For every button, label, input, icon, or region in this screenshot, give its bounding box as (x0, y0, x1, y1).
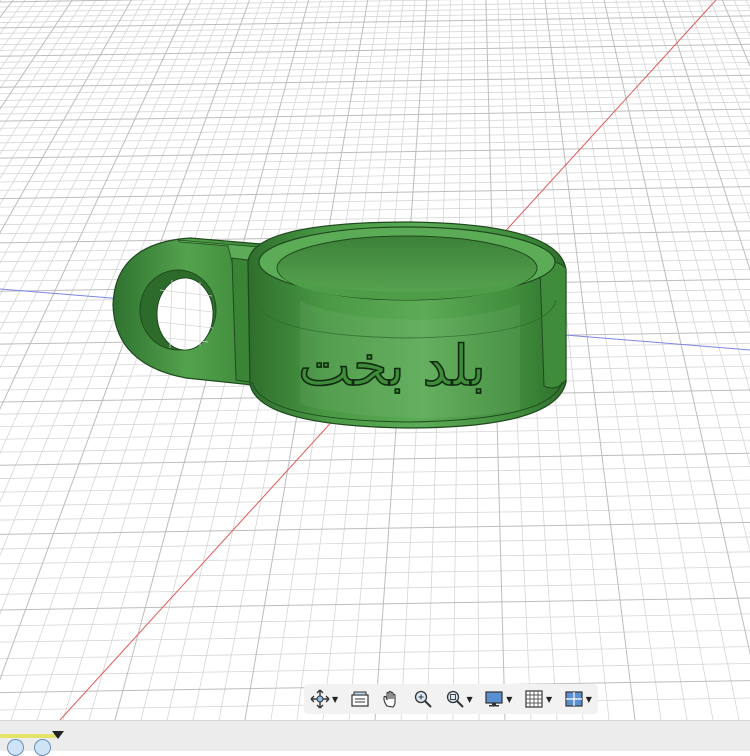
grid-line (0, 439, 750, 453)
grid-line (0, 507, 750, 521)
grid-line (0, 37, 750, 51)
pan-tool[interactable] (381, 686, 401, 712)
fit-menu-caret[interactable]: ▼ (467, 695, 473, 704)
grid-line (0, 466, 750, 479)
3d-viewport[interactable]: بلد بخت (0, 0, 750, 720)
grid-line (0, 452, 750, 466)
display-settings-menu-caret[interactable]: ▼ (506, 695, 512, 704)
grid-line (0, 68, 750, 82)
grid-line (0, 613, 750, 627)
zoom-tool[interactable] (413, 686, 433, 712)
display-settings-tool[interactable]: ▼ (484, 686, 512, 712)
grid-line (0, 663, 750, 676)
grid-line (0, 62, 750, 75)
pan-icon (383, 690, 396, 708)
navigation-toolbar: ▼ ▼ ▼ ▼ ▼ (304, 684, 598, 714)
grid-line (0, 153, 750, 167)
timeline-handle[interactable] (52, 731, 64, 741)
viewports-menu-caret[interactable]: ▼ (586, 695, 592, 704)
zoom-icon (414, 690, 432, 708)
timeline-bar (0, 720, 750, 751)
orbit-tool[interactable]: ▼ (310, 686, 338, 712)
grid-line (0, 629, 750, 643)
viewports-tool[interactable]: ▼ (564, 686, 592, 712)
grid-line (0, 646, 750, 660)
grid-line (0, 521, 750, 535)
grid-line (0, 581, 750, 595)
orbit-icon (310, 689, 330, 709)
grid-line (0, 94, 750, 108)
grid-line (0, 566, 750, 580)
grid-line (0, 493, 750, 507)
grid-line (0, 597, 750, 611)
grid-menu-caret[interactable]: ▼ (546, 695, 552, 704)
grid-line (0, 536, 750, 550)
orbit-menu-caret[interactable]: ▼ (332, 695, 338, 704)
grid-line (0, 55, 750, 69)
look-at-icon (351, 691, 369, 707)
grid-tool[interactable]: ▼ (524, 686, 552, 712)
engraving-text: بلد بخت (298, 334, 486, 399)
grid-line (0, 43, 750, 57)
grid-line (0, 15, 750, 29)
display-settings-icon (485, 691, 503, 707)
look-at-tool[interactable] (350, 686, 370, 712)
timeline-marker (0, 734, 56, 738)
revolve-feature-icon[interactable] (34, 739, 51, 756)
viewports-icon (565, 691, 583, 707)
fit-icon (446, 690, 464, 708)
grid-line (0, 108, 750, 122)
extrude-feature-icon[interactable] (7, 739, 24, 756)
fit-tool[interactable]: ▼ (445, 686, 473, 712)
grid-icon (525, 690, 543, 708)
grid-line (0, 0, 750, 13)
